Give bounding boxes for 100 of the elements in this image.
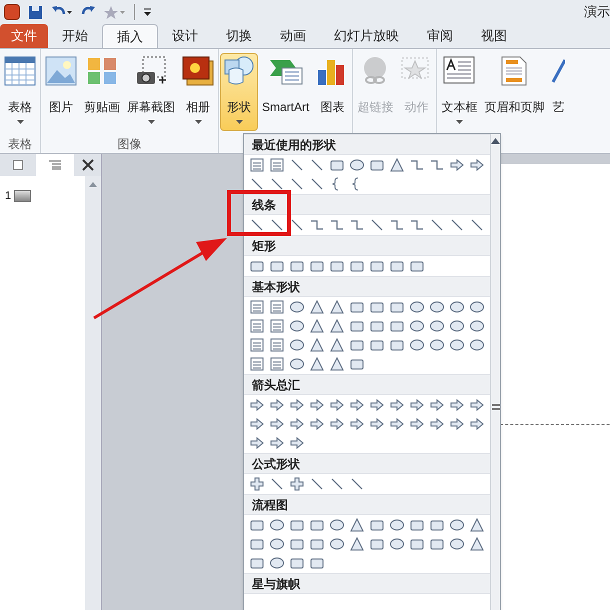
line-shape-icon[interactable]: [309, 157, 325, 173]
oval-shape-icon[interactable]: [449, 536, 465, 552]
arrow-shape-icon[interactable]: [249, 416, 265, 432]
plus-shape-icon[interactable]: [249, 476, 265, 492]
triangle-shape-icon[interactable]: [309, 318, 325, 334]
oval-shape-icon[interactable]: [389, 517, 405, 533]
oval-shape-icon[interactable]: [289, 356, 305, 372]
triangle-shape-icon[interactable]: [329, 299, 345, 315]
line-shape-icon[interactable]: [369, 217, 385, 233]
textbox-shape-icon[interactable]: [269, 157, 285, 173]
arrow-shape-icon[interactable]: [409, 416, 425, 432]
triangle-shape-icon[interactable]: [469, 536, 485, 552]
line-shape-icon[interactable]: [249, 217, 265, 233]
textbox-shape-icon[interactable]: [249, 157, 265, 173]
ribbon-tab[interactable]: 切换: [212, 24, 266, 48]
triangle-shape-icon[interactable]: [309, 337, 325, 353]
arrow-shape-icon[interactable]: [369, 397, 385, 413]
arrow-shape-icon[interactable]: [269, 397, 285, 413]
oval-shape-icon[interactable]: [409, 299, 425, 315]
triangle-shape-icon[interactable]: [329, 318, 345, 334]
oval-shape-icon[interactable]: [289, 318, 305, 334]
ribbon-button[interactable]: 艺: [548, 53, 568, 131]
arrow-shape-icon[interactable]: [289, 397, 305, 413]
ribbon-tab[interactable]: 视图: [467, 24, 521, 48]
oval-shape-icon[interactable]: [409, 318, 425, 334]
ribbon-tab[interactable]: 动画: [266, 24, 320, 48]
arrow-shape-icon[interactable]: [409, 397, 425, 413]
oval-shape-icon[interactable]: [449, 517, 465, 533]
ribbon-button[interactable]: 表格: [1, 53, 39, 131]
arrow-shape-icon[interactable]: [369, 416, 385, 432]
plus-shape-icon[interactable]: [289, 476, 305, 492]
ribbon-button[interactable]: 形状: [220, 53, 258, 131]
line-shape-icon[interactable]: [269, 476, 285, 492]
oval-shape-icon[interactable]: [269, 536, 285, 552]
file-tab[interactable]: 文件: [0, 24, 48, 48]
ribbon-button[interactable]: 图表: [313, 53, 352, 131]
arrow-shape-icon[interactable]: [329, 416, 345, 432]
line-shape-icon[interactable]: [469, 217, 485, 233]
oval-shape-icon[interactable]: [429, 299, 445, 315]
triangle-shape-icon[interactable]: [309, 356, 325, 372]
outline-tab[interactable]: [36, 154, 74, 176]
arrow-shape-icon[interactable]: [309, 416, 325, 432]
oval-shape-icon[interactable]: [429, 318, 445, 334]
line-shape-icon[interactable]: [289, 157, 305, 173]
textbox-shape-icon[interactable]: [249, 356, 265, 372]
arrow-shape-icon[interactable]: [269, 435, 285, 451]
arrow-shape-icon[interactable]: [249, 397, 265, 413]
arrow-shape-icon[interactable]: [389, 416, 405, 432]
oval-shape-icon[interactable]: [409, 337, 425, 353]
arrow-shape-icon[interactable]: [329, 397, 345, 413]
arrow-shape-icon[interactable]: [389, 397, 405, 413]
textbox-shape-icon[interactable]: [249, 318, 265, 334]
textbox-shape-icon[interactable]: [269, 337, 285, 353]
line-shape-icon[interactable]: [349, 476, 365, 492]
oval-shape-icon[interactable]: [449, 337, 465, 353]
oval-shape-icon[interactable]: [289, 337, 305, 353]
line-shape-icon[interactable]: [289, 217, 305, 233]
textbox-shape-icon[interactable]: [249, 337, 265, 353]
oval-shape-icon[interactable]: [449, 299, 465, 315]
ribbon-tab[interactable]: 审阅: [413, 24, 467, 48]
triangle-shape-icon[interactable]: [349, 517, 365, 533]
ribbon-button[interactable]: 相册: [179, 53, 217, 131]
line-shape-icon[interactable]: [449, 217, 465, 233]
arrow-shape-icon[interactable]: [429, 416, 445, 432]
oval-shape-icon[interactable]: [429, 337, 445, 353]
textbox-shape-icon[interactable]: [269, 356, 285, 372]
menu-scrollbar[interactable]: [490, 134, 500, 610]
arrow-shape-icon[interactable]: [429, 397, 445, 413]
oval-shape-icon[interactable]: [449, 318, 465, 334]
triangle-shape-icon[interactable]: [389, 157, 405, 173]
oval-shape-icon[interactable]: [329, 536, 345, 552]
oval-shape-icon[interactable]: [269, 555, 285, 571]
arrow-shape-icon[interactable]: [449, 397, 465, 413]
ribbon-button[interactable]: 文本框: [438, 53, 480, 131]
arrow-shape-icon[interactable]: [289, 435, 305, 451]
ribbon-tab[interactable]: 插入: [102, 24, 158, 48]
textbox-shape-icon[interactable]: [269, 318, 285, 334]
arrow-shape-icon[interactable]: [309, 397, 325, 413]
ribbon-tab[interactable]: 设计: [158, 24, 212, 48]
line-shape-icon[interactable]: [329, 476, 345, 492]
ribbon-button[interactable]: 剪贴画: [81, 53, 123, 131]
triangle-shape-icon[interactable]: [329, 337, 345, 353]
app-icon[interactable]: [4, 4, 20, 20]
oval-shape-icon[interactable]: [289, 299, 305, 315]
triangle-shape-icon[interactable]: [329, 356, 345, 372]
arrow-shape-icon[interactable]: [469, 157, 485, 173]
textbox-shape-icon[interactable]: [269, 299, 285, 315]
arrow-shape-icon[interactable]: [269, 416, 285, 432]
ribbon-button[interactable]: 图片: [42, 53, 80, 131]
arrow-shape-icon[interactable]: [349, 397, 365, 413]
line-shape-icon[interactable]: [309, 176, 325, 192]
triangle-shape-icon[interactable]: [309, 299, 325, 315]
ribbon-tab[interactable]: 开始: [48, 24, 102, 48]
oval-shape-icon[interactable]: [269, 517, 285, 533]
scroll-grip-icon[interactable]: [492, 404, 500, 410]
arrow-shape-icon[interactable]: [449, 157, 465, 173]
ribbon-button[interactable]: 页眉和页脚: [481, 53, 548, 131]
scroll-up-icon[interactable]: [491, 138, 500, 144]
ribbon-button[interactable]: 屏幕截图: [124, 53, 178, 131]
oval-shape-icon[interactable]: [469, 299, 485, 315]
